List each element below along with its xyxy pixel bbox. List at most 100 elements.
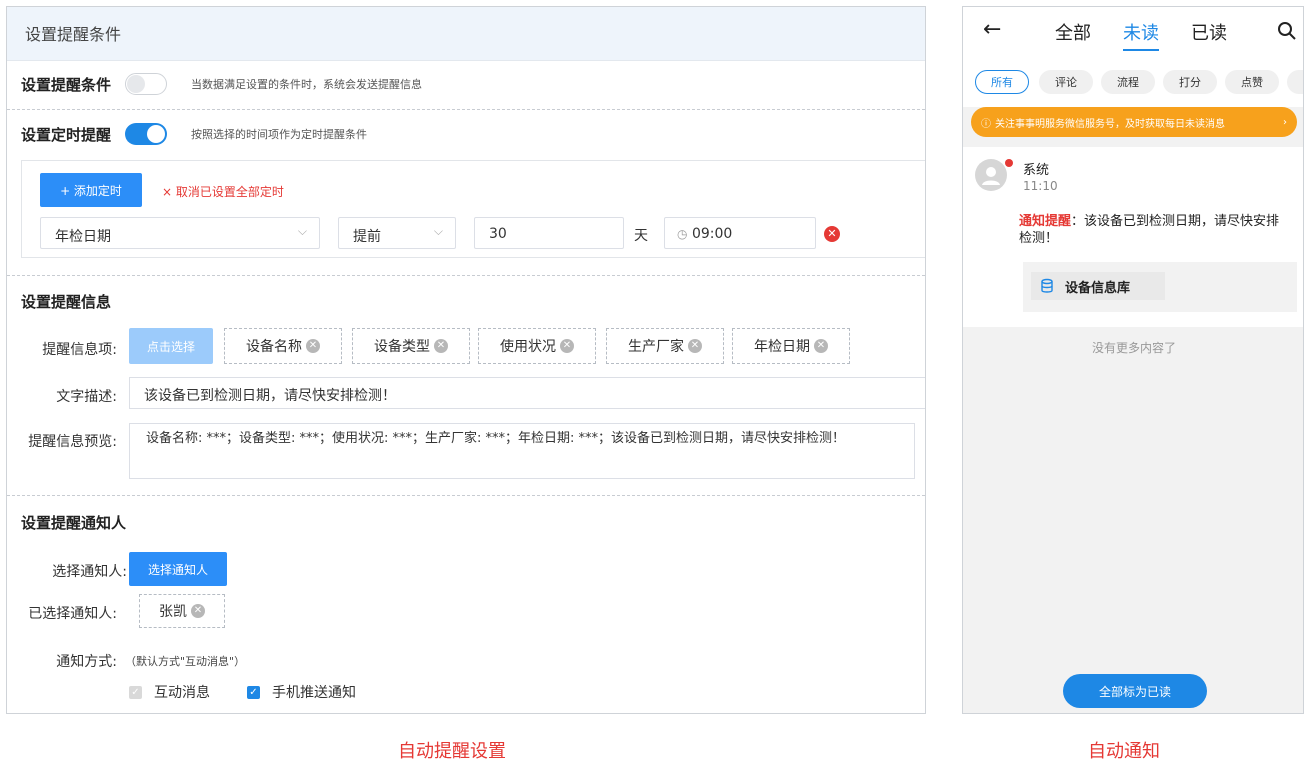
reminder-settings-panel: 设置提醒条件 设置提醒条件 当数据满足设置的条件时，系统会发送提醒信息 设置定时… xyxy=(6,6,926,714)
attachment-label: 设备信息库 xyxy=(1065,280,1131,296)
time-value: 09:00 xyxy=(691,226,733,242)
timer-title: 设置定时提醒 xyxy=(21,125,112,144)
avatar xyxy=(975,159,1007,191)
panel-title: 设置提醒条件 xyxy=(25,25,122,44)
info-title: 设置提醒信息 xyxy=(21,293,112,311)
add-timer-button[interactable]: + 添加定时 xyxy=(40,173,142,207)
condition-row: 设置提醒条件 当数据满足设置的条件时，系统会发送提醒信息 xyxy=(21,73,422,95)
remove-tag-icon[interactable]: ✕ xyxy=(306,339,320,353)
no-more-text: 没有更多内容了 xyxy=(1091,341,1176,355)
preview-box: 设备名称: ***；设备类型: ***；使用状况: ***；生产厂家: ***；… xyxy=(129,423,915,479)
divider xyxy=(7,495,925,496)
attachment-card[interactable]: 设备信息库 xyxy=(1023,262,1297,312)
phone-notification-screen: ← 全部 未读 已读 所有 评论 流程 打分 点赞 ⓘ 关注事事明服务微信服务号… xyxy=(962,6,1304,714)
info-tag-label: 设备名称 xyxy=(246,339,302,355)
tab-unread[interactable]: 未读 xyxy=(1123,19,1159,45)
method-push: ✓ 手机推送通知 xyxy=(247,682,356,702)
unread-dot xyxy=(1005,159,1013,167)
method-interactive: ✓ 互动消息 xyxy=(129,682,210,702)
preview-label: 提醒信息预览: xyxy=(28,434,117,450)
amount-input[interactable]: 30 xyxy=(474,217,624,249)
text-desc-input[interactable]: 该设备已到检测日期，请尽快安排检测！ xyxy=(129,377,925,409)
chip-like[interactable]: 点赞 xyxy=(1225,70,1279,94)
info-tag-label: 使用状况 xyxy=(500,339,556,355)
chip-all[interactable]: 所有 xyxy=(975,70,1029,94)
panel-header: 设置提醒条件 xyxy=(7,7,925,61)
info-items-label: 提醒信息项: xyxy=(42,342,117,358)
info-tag-label: 生产厂家 xyxy=(628,339,684,355)
tab-read[interactable]: 已读 xyxy=(1191,19,1227,45)
chosen-person-tag: 张凯 ✕ xyxy=(139,594,225,628)
chip-more[interactable] xyxy=(1287,70,1303,94)
timer-hint: 按照选择的时间项作为定时提醒条件 xyxy=(191,128,368,141)
condition-title: 设置提醒条件 xyxy=(21,75,112,94)
info-tag: 设备名称 ✕ xyxy=(224,328,342,364)
subscribe-banner[interactable]: ⓘ 关注事事明服务微信服务号，及时获取每日未读消息 › xyxy=(971,107,1297,137)
timer-row: 设置定时提醒 按照选择的时间项作为定时提醒条件 xyxy=(21,123,367,145)
info-tag-label: 设备类型 xyxy=(374,339,430,355)
timer-box: + 添加定时 × 取消已设置全部定时 年检日期 ⌵ 提前 ⌵ 30 天 ◷ 09… xyxy=(21,160,925,258)
chosen-person-name: 张凯 xyxy=(159,604,187,620)
info-icon: ⓘ xyxy=(981,118,991,130)
mark-all-read-button[interactable]: 全部标为已读 xyxy=(1063,674,1207,708)
chip-flow[interactable]: 流程 xyxy=(1101,70,1155,94)
select-items-button[interactable]: 点击选择 xyxy=(129,328,213,364)
remove-tag-icon[interactable]: ✕ xyxy=(688,339,702,353)
date-field-select[interactable]: 年检日期 ⌵ xyxy=(40,217,320,249)
chip-comment[interactable]: 评论 xyxy=(1039,70,1093,94)
divider xyxy=(7,109,925,110)
back-arrow-icon[interactable]: ← xyxy=(983,17,1001,42)
top-bar: ← 全部 未读 已读 所有 评论 流程 打分 点赞 xyxy=(963,7,1303,107)
remove-timer-icon[interactable]: ✕ xyxy=(824,226,840,242)
text-desc-label: 文字描述: xyxy=(56,389,117,405)
checkbox-push[interactable]: ✓ xyxy=(247,685,260,699)
notify-title: 设置提醒通知人 xyxy=(21,514,127,532)
amount-value: 30 xyxy=(489,226,507,242)
active-tab-indicator xyxy=(1123,49,1159,51)
cancel-all-timers-link[interactable]: × 取消已设置全部定时 xyxy=(162,183,284,200)
checkbox-interactive[interactable]: ✓ xyxy=(129,685,142,699)
info-tag: 生产厂家 ✕ xyxy=(606,328,724,364)
message-body: 通知提醒：该设备已到检测日期，请尽快安排检测！ xyxy=(1019,213,1289,247)
chip-score[interactable]: 打分 xyxy=(1163,70,1217,94)
remove-tag-icon[interactable]: ✕ xyxy=(434,339,448,353)
clock-icon: ◷ xyxy=(677,227,688,241)
condition-toggle[interactable] xyxy=(125,73,168,95)
method-hint: （默认方式"互动消息"） xyxy=(125,655,246,668)
caption-right: 自动通知 xyxy=(1088,741,1160,762)
tab-all[interactable]: 全部 xyxy=(1055,19,1091,45)
direction-select[interactable]: 提前 ⌵ xyxy=(338,217,456,249)
message-card[interactable]: 系统 11:10 通知提醒：该设备已到检测日期，请尽快安排检测！ 设备信息库 xyxy=(963,147,1303,327)
remove-tag-icon[interactable]: ✕ xyxy=(560,339,574,353)
timer-toggle[interactable] xyxy=(125,123,168,145)
chevron-down-icon: ⌵ xyxy=(433,224,443,238)
user-icon xyxy=(982,167,1000,185)
remove-tag-icon[interactable]: ✕ xyxy=(814,339,828,353)
condition-hint: 当数据满足设置的条件时，系统会发送提醒信息 xyxy=(191,78,423,91)
direction-value: 提前 xyxy=(353,229,381,245)
chevron-right-icon: › xyxy=(1283,116,1287,128)
choose-person-label: 选择通知人: xyxy=(52,564,127,580)
database-icon xyxy=(1041,278,1053,293)
choose-person-button[interactable]: 选择通知人 xyxy=(129,552,227,586)
caption-left: 自动提醒设置 xyxy=(398,741,506,762)
sender-name: 系统 xyxy=(1023,163,1050,178)
info-tag-label: 年检日期 xyxy=(754,339,810,355)
search-icon[interactable] xyxy=(1277,21,1297,41)
divider xyxy=(7,275,925,276)
chevron-down-icon: ⌵ xyxy=(297,224,307,238)
info-tag: 使用状况 ✕ xyxy=(478,328,596,364)
remove-person-icon[interactable]: ✕ xyxy=(191,604,205,618)
message-time: 11:10 xyxy=(1023,179,1058,193)
banner-text: 关注事事明服务微信服务号，及时获取每日未读消息 xyxy=(995,118,1225,130)
info-tag: 年检日期 ✕ xyxy=(732,328,850,364)
date-field-value: 年检日期 xyxy=(55,229,111,245)
method-push-label: 手机推送通知 xyxy=(272,685,356,701)
unit-label: 天 xyxy=(634,228,648,244)
message-prefix: 通知提醒 xyxy=(1019,214,1072,229)
chosen-person-label: 已选择通知人: xyxy=(28,606,117,622)
method-interactive-label: 互动消息 xyxy=(154,685,210,701)
time-picker[interactable]: ◷ 09:00 xyxy=(664,217,816,249)
info-tag: 设备类型 ✕ xyxy=(352,328,470,364)
method-label: 通知方式: xyxy=(56,654,117,670)
